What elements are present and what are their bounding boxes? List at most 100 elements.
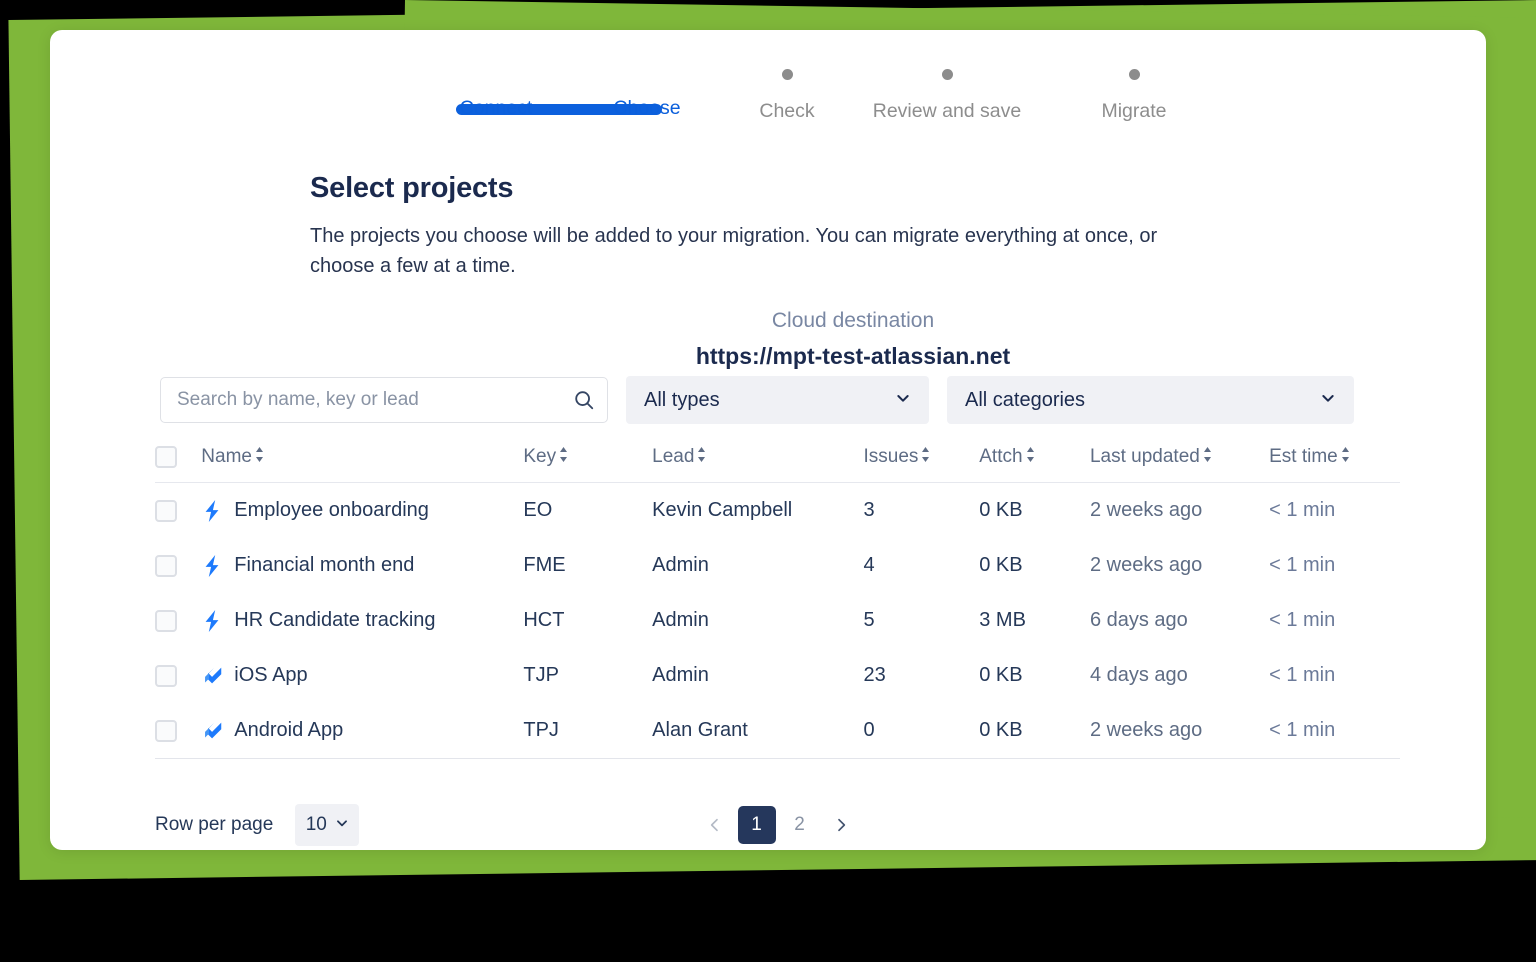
row-checkbox[interactable] [155, 499, 177, 522]
page-header-block: Select projects The projects you choose … [50, 172, 1486, 370]
rows-per-page-select[interactable]: 10 [295, 804, 360, 846]
row-key-cell: EO [523, 499, 553, 522]
row-key-cell: TJP [523, 664, 559, 687]
row-name-cell: Employee onboarding [201, 483, 523, 539]
page-title: Select projects [310, 172, 514, 204]
sort-icon [1203, 446, 1212, 468]
pagination-page-2[interactable]: 2 [782, 807, 818, 843]
column-header-name[interactable]: Name [201, 440, 524, 484]
rows-per-page-value: 10 [305, 814, 327, 835]
row-lead-cell: Admin [652, 609, 709, 632]
row-est-time-cell: < 1 min [1269, 664, 1336, 687]
migration-wizard-card: Connect Choose Check Review and save Mig… [50, 30, 1486, 850]
sort-icon [559, 446, 568, 468]
table-row[interactable]: Employee onboarding EO Kevin Campbell 3 … [155, 483, 1400, 539]
row-name-label: Financial month end [234, 554, 415, 577]
column-header-est-time[interactable]: Est time [1269, 440, 1400, 484]
row-name-cell: iOS App [201, 648, 523, 703]
chevron-down-icon [1320, 390, 1336, 411]
row-last-updated-cell: 4 days ago [1089, 664, 1188, 687]
row-select-cell [155, 538, 201, 593]
table-row[interactable]: HR Candidate tracking HCT Admin 5 3 MB 6… [155, 593, 1400, 648]
row-name-label: HR Candidate tracking [234, 609, 436, 632]
row-checkbox[interactable] [155, 554, 177, 577]
chevron-down-icon [895, 390, 911, 411]
row-issues-cell: 0 [863, 703, 980, 760]
step-dot-icon [941, 69, 953, 80]
sort-icon [1341, 446, 1350, 468]
column-header-attch[interactable]: Attch [979, 440, 1090, 484]
column-header-last-updated[interactable]: Last updated [1089, 440, 1270, 484]
table-head: Name Key Lead Issues Attch Last updated … [155, 440, 1400, 484]
row-key-cell: TPJ [523, 703, 653, 760]
column-header-issues[interactable]: Issues [863, 440, 980, 484]
column-header-est-time-label: Est time [1269, 446, 1338, 468]
jira-work-management-bolt-icon [201, 554, 223, 577]
row-lead-cell: Kevin Campbell [652, 499, 793, 522]
jira-software-icon [201, 665, 223, 687]
row-key-cell: FME [523, 554, 566, 577]
table-footer: Row per page 10 1 2 [155, 795, 1400, 850]
rows-per-page-label: Row per page [155, 814, 274, 835]
column-header-key[interactable]: Key [523, 440, 653, 484]
row-last-updated-cell: 2 weeks ago [1089, 554, 1203, 577]
column-header-name-label: Name [201, 446, 252, 468]
type-filter-select[interactable]: All types [626, 376, 929, 424]
step-migrate[interactable]: Migrate [1015, 66, 1253, 123]
sort-icon [1026, 446, 1035, 468]
step-dot-icon [1128, 69, 1140, 80]
row-select-cell [155, 703, 202, 760]
table-row[interactable]: iOS App TJP Admin 23 0 KB 4 days ago < 1… [155, 648, 1400, 703]
row-issues-cell: 23 [863, 664, 886, 687]
column-header-lead[interactable]: Lead [652, 440, 864, 484]
row-issues-cell: 5 [863, 609, 875, 632]
row-issues-cell: 4 [863, 554, 875, 577]
column-header-last-updated-label: Last updated [1089, 446, 1200, 468]
row-est-time-cell: < 1 min [1269, 499, 1336, 522]
row-select-cell [155, 593, 201, 648]
search-input[interactable] [161, 389, 561, 411]
cloud-destination-label: Cloud destination [771, 309, 935, 332]
jira-software-icon [201, 720, 223, 742]
projects-table: Name Key Lead Issues Attch Last updated … [155, 440, 1400, 760]
category-filter-value: All categories [965, 388, 1086, 411]
step-dot-icon [781, 69, 793, 80]
type-filter-value: All types [644, 388, 720, 411]
row-attch-cell: 0 KB [979, 499, 1023, 522]
row-attch-cell: 0 KB [979, 664, 1023, 687]
sort-icon [255, 446, 264, 468]
jira-work-management-bolt-icon [201, 609, 223, 632]
row-checkbox[interactable] [155, 609, 177, 632]
chevron-left-icon[interactable] [698, 808, 732, 842]
row-checkbox[interactable] [155, 664, 177, 687]
row-est-time-cell: < 1 min [1269, 703, 1400, 760]
search-box[interactable] [160, 377, 608, 423]
select-all-checkbox[interactable] [155, 446, 177, 468]
screenshot-root: Connect Choose Check Review and save Mig… [0, 0, 1536, 962]
row-last-updated-cell: 2 weeks ago [1089, 499, 1203, 522]
sort-icon [697, 446, 706, 468]
table-row[interactable]: Financial month end FME Admin 4 0 KB 2 w… [155, 538, 1400, 593]
chevron-right-icon[interactable] [824, 808, 858, 842]
row-name-label: iOS App [234, 664, 308, 687]
wizard-stepper: Connect Choose Check Review and save Mig… [50, 66, 1486, 158]
row-name-cell: Android App [201, 703, 524, 760]
table-body: Employee onboarding EO Kevin Campbell 3 … [155, 483, 1400, 760]
pagination: 1 2 [698, 806, 858, 844]
category-filter-select[interactable]: All categories [947, 376, 1354, 424]
select-all-header [155, 440, 202, 484]
step-migrate-label: Migrate [1101, 100, 1167, 122]
row-select-cell [155, 483, 201, 539]
cloud-destination-url: https://mpt-test-atlassian.net [695, 343, 1011, 369]
search-icon[interactable] [561, 378, 607, 422]
table-row[interactable]: Android App TPJ Alan Grant 0 0 KB 2 week… [155, 703, 1400, 760]
column-header-attch-label: Attch [979, 446, 1023, 468]
row-attch-cell: 0 KB [979, 554, 1023, 577]
filters-toolbar: All types All categories [160, 376, 1354, 424]
pagination-page-1[interactable]: 1 [737, 806, 776, 844]
row-name-cell: HR Candidate tracking [201, 593, 523, 648]
jira-work-management-bolt-icon [201, 499, 223, 522]
projects-table-container: Name Key Lead Issues Attch Last updated … [155, 440, 1400, 760]
row-select-cell [155, 648, 201, 703]
row-checkbox[interactable] [155, 719, 177, 742]
